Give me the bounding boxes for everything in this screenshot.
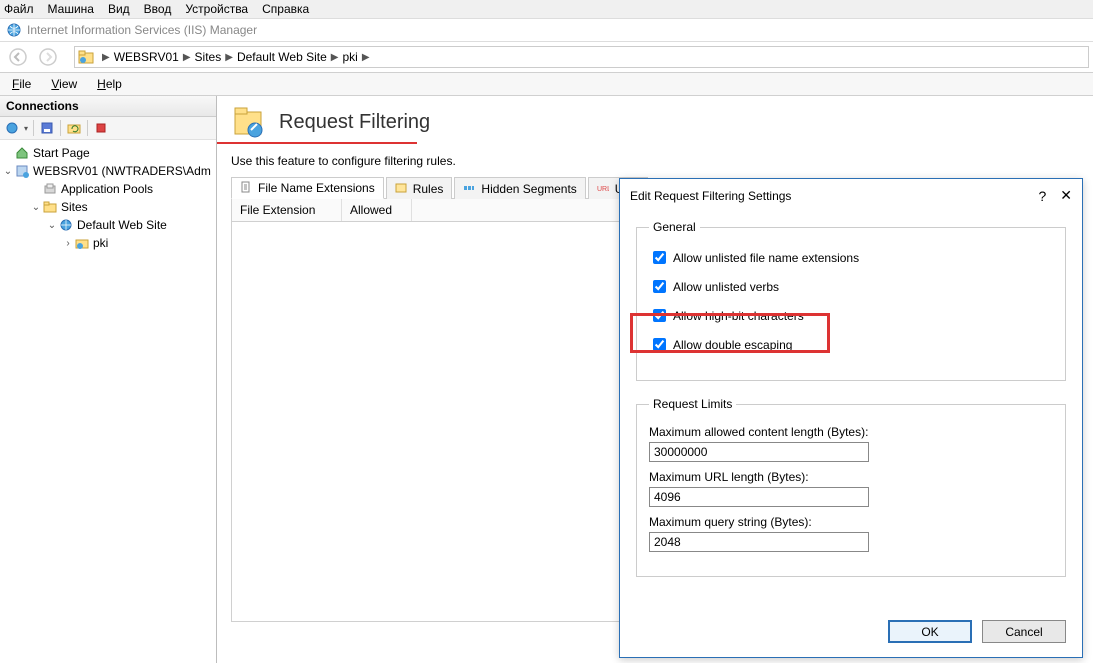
chevron-right-icon: ▶ bbox=[225, 52, 233, 63]
breadcrumb-site[interactable]: Default Web Site bbox=[237, 50, 327, 64]
menu-view[interactable]: View bbox=[51, 77, 77, 91]
menu-help[interactable]: Справка bbox=[262, 2, 309, 16]
nav-forward-button[interactable] bbox=[34, 45, 62, 69]
stop-icon[interactable] bbox=[93, 120, 109, 136]
collapse-icon[interactable]: ⌄ bbox=[30, 202, 42, 213]
app-folder-icon bbox=[74, 235, 90, 251]
connections-toolbar: ▾ bbox=[0, 117, 216, 140]
chevron-right-icon: ▶ bbox=[331, 52, 339, 63]
chevron-right-icon: ▶ bbox=[102, 52, 110, 63]
label-max-content: Maximum allowed content length (Bytes): bbox=[649, 425, 1053, 439]
refresh-folder-icon[interactable] bbox=[66, 120, 82, 136]
checkbox-unlisted-verbs[interactable] bbox=[653, 280, 666, 293]
check-double-escaping[interactable]: Allow double escaping bbox=[649, 335, 1053, 354]
tree-pki[interactable]: › pki bbox=[2, 234, 214, 252]
collapse-icon[interactable]: ⌄ bbox=[2, 166, 14, 177]
menu-devices[interactable]: Устройства bbox=[185, 2, 248, 16]
input-max-query[interactable] bbox=[649, 532, 869, 552]
connections-panel: Connections ▾ Start Page ⌄ WEBSRV01 (NWT… bbox=[0, 96, 217, 663]
feature-description: Use this feature to configure filtering … bbox=[231, 154, 1079, 168]
nav-back-button[interactable] bbox=[4, 45, 32, 69]
breadcrumb-bar[interactable]: ▶ WEBSRV01 ▶ Sites ▶ Default Web Site ▶ … bbox=[74, 46, 1089, 68]
server-icon bbox=[14, 163, 30, 179]
ok-button[interactable]: OK bbox=[888, 620, 972, 643]
dialog-titlebar: Edit Request Filtering Settings ? ✕ bbox=[620, 179, 1082, 212]
url-icon: URL bbox=[597, 182, 611, 196]
menu-view[interactable]: Вид bbox=[108, 2, 130, 16]
connections-title: Connections bbox=[0, 96, 216, 117]
chevron-right-icon: ▶ bbox=[362, 52, 370, 63]
folder-icon bbox=[78, 49, 94, 65]
chevron-right-icon: ▶ bbox=[183, 52, 191, 63]
breadcrumb-sites[interactable]: Sites bbox=[195, 50, 222, 64]
site-icon bbox=[58, 217, 74, 233]
label-max-url: Maximum URL length (Bytes): bbox=[649, 470, 1053, 484]
annotation-underline bbox=[217, 142, 417, 144]
sites-folder-icon bbox=[42, 199, 58, 215]
menu-input[interactable]: Ввод bbox=[144, 2, 172, 16]
connections-tree: Start Page ⌄ WEBSRV01 (NWTRADERS\Adm App… bbox=[0, 140, 216, 256]
tree-start-page[interactable]: Start Page bbox=[2, 144, 214, 162]
save-icon[interactable] bbox=[39, 120, 55, 136]
dialog-title-text: Edit Request Filtering Settings bbox=[630, 189, 1038, 203]
tab-file-extensions[interactable]: File Name Extensions bbox=[231, 177, 384, 199]
menu-machine[interactable]: Машина bbox=[48, 2, 94, 16]
home-icon bbox=[14, 145, 30, 161]
tree-server[interactable]: ⌄ WEBSRV01 (NWTRADERS\Adm bbox=[2, 162, 214, 180]
tab-rules[interactable]: Rules bbox=[386, 177, 453, 199]
check-unlisted-ext[interactable]: Allow unlisted file name extensions bbox=[649, 248, 1053, 267]
limits-group: Request Limits Maximum allowed content l… bbox=[636, 397, 1066, 577]
check-highbit[interactable]: Allow high-bit characters bbox=[649, 306, 1053, 325]
app-title: Internet Information Services (IIS) Mana… bbox=[27, 23, 257, 37]
col-allowed[interactable]: Allowed bbox=[342, 199, 412, 221]
tree-sites[interactable]: ⌄ Sites bbox=[2, 198, 214, 216]
connect-icon[interactable] bbox=[4, 120, 20, 136]
app-menubar: File View Help bbox=[0, 73, 1093, 96]
checkbox-double-escaping[interactable] bbox=[653, 338, 666, 351]
hidden-icon bbox=[463, 182, 477, 196]
svg-text:URL: URL bbox=[597, 186, 609, 193]
expand-icon[interactable]: › bbox=[62, 238, 74, 249]
input-max-content[interactable] bbox=[649, 442, 869, 462]
host-menubar: Файл Машина Вид Ввод Устройства Справка bbox=[0, 0, 1093, 19]
menu-help[interactable]: Help bbox=[97, 77, 122, 91]
checkbox-unlisted-ext[interactable] bbox=[653, 251, 666, 264]
request-filtering-icon bbox=[231, 104, 267, 140]
label-max-query: Maximum query string (Bytes): bbox=[649, 515, 1053, 529]
close-button[interactable]: ✕ bbox=[1060, 187, 1072, 204]
menu-file[interactable]: Файл bbox=[4, 2, 34, 16]
general-group: General Allow unlisted file name extensi… bbox=[636, 220, 1066, 381]
chevron-down-icon[interactable]: ▾ bbox=[24, 124, 28, 133]
limits-legend: Request Limits bbox=[649, 397, 736, 411]
collapse-icon[interactable]: ⌄ bbox=[46, 220, 58, 231]
page-title: Request Filtering bbox=[279, 111, 430, 134]
iis-app-icon bbox=[6, 22, 22, 38]
nav-bar: ▶ WEBSRV01 ▶ Sites ▶ Default Web Site ▶ … bbox=[0, 42, 1093, 73]
checkbox-highbit[interactable] bbox=[653, 309, 666, 322]
col-file-extension[interactable]: File Extension bbox=[232, 199, 342, 221]
help-button[interactable]: ? bbox=[1038, 188, 1046, 204]
breadcrumb-app[interactable]: pki bbox=[342, 50, 357, 64]
app-titlebar: Internet Information Services (IIS) Mana… bbox=[0, 19, 1093, 42]
cancel-button[interactable]: Cancel bbox=[982, 620, 1066, 643]
file-ext-icon bbox=[240, 181, 254, 195]
check-unlisted-verbs[interactable]: Allow unlisted verbs bbox=[649, 277, 1053, 296]
input-max-url[interactable] bbox=[649, 487, 869, 507]
general-legend: General bbox=[649, 220, 700, 234]
edit-filtering-dialog: Edit Request Filtering Settings ? ✕ Gene… bbox=[619, 178, 1083, 658]
tree-app-pools[interactable]: Application Pools bbox=[2, 180, 214, 198]
tree-default-site[interactable]: ⌄ Default Web Site bbox=[2, 216, 214, 234]
app-pool-icon bbox=[42, 181, 58, 197]
breadcrumb-server[interactable]: WEBSRV01 bbox=[114, 50, 179, 64]
rules-icon bbox=[395, 182, 409, 196]
tab-hidden-segments[interactable]: Hidden Segments bbox=[454, 177, 585, 199]
menu-file[interactable]: File bbox=[12, 77, 31, 91]
